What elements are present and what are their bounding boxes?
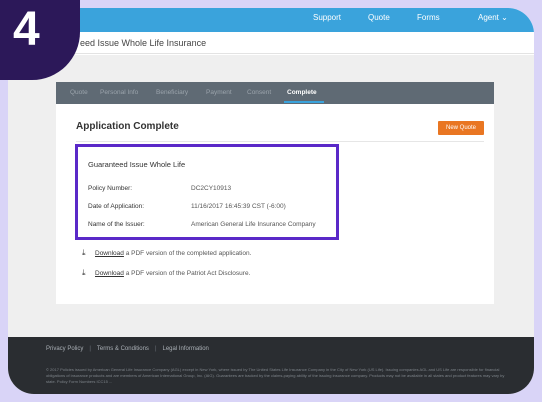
product-name: Guaranteed Issue Whole Life <box>88 160 186 169</box>
new-quote-button[interactable]: New Quote <box>438 121 484 135</box>
footer-legal-text: © 2017 Policies issued by American Gener… <box>46 367 505 384</box>
product-header: eed Issue Whole Life Insurance <box>8 32 534 54</box>
tab-quote[interactable]: Quote <box>70 89 88 96</box>
top-navigation-bar: Support Quote Forms Agent ⌄ <box>8 8 534 32</box>
application-steps-tabs: Quote Personal Info Beneficiary Payment … <box>56 82 494 104</box>
site-footer: Privacy Policy | Terms & Conditions | Legal … <box>8 337 534 394</box>
download-application-link[interactable]: Download <box>95 250 124 257</box>
application-complete-card: Application Complete New Quote Guarantee… <box>56 104 494 304</box>
card-divider <box>76 141 484 142</box>
nav-quote[interactable]: Quote <box>368 13 390 22</box>
policy-summary-highlight: Guaranteed Issue Whole Life Policy Numbe… <box>75 144 339 240</box>
tab-complete[interactable]: Complete <box>287 89 317 96</box>
nav-support[interactable]: Support <box>313 13 341 22</box>
legal-information-link[interactable]: Legal Information <box>163 346 209 352</box>
download-patriot-act-link[interactable]: Download <box>95 270 124 277</box>
footer-separator: | <box>154 346 157 352</box>
download-application-text: a PDF version of the completed applicati… <box>123 250 252 257</box>
application-date-label: Date of Application: <box>88 203 145 210</box>
privacy-policy-link[interactable]: Privacy Policy <box>46 346 83 352</box>
active-tab-indicator <box>284 101 324 103</box>
tab-personal-info[interactable]: Personal Info <box>100 89 138 96</box>
browser-frame: Support Quote Forms Agent ⌄ eed Issue Wh… <box>8 8 534 394</box>
footer-separator: | <box>89 346 91 352</box>
nav-forms[interactable]: Forms <box>417 13 440 22</box>
step-number: 4 <box>13 3 40 56</box>
terms-conditions-link[interactable]: Terms & Conditions <box>97 346 149 352</box>
download-icon[interactable]: ⤓ <box>82 248 92 258</box>
download-icon[interactable]: ⤓ <box>82 268 92 278</box>
nav-agent-menu[interactable]: Agent ⌄ <box>478 13 508 22</box>
policy-number-label: Policy Number: <box>88 185 133 192</box>
download-application-row: ⤓ Download a PDF version of the completed… <box>82 248 251 258</box>
tab-beneficiary[interactable]: Beneficiary <box>156 89 188 96</box>
application-date-value: 11/16/2017 16:45:39 CST (-6:00) <box>191 203 286 210</box>
page-title: eed Issue Whole Life Insurance <box>80 38 207 48</box>
policy-number-value: DC2CY10913 <box>191 185 232 192</box>
tab-payment[interactable]: Payment <box>206 89 232 96</box>
tab-consent[interactable]: Consent <box>247 89 271 96</box>
footer-links: Privacy Policy | Terms & Conditions | Legal … <box>46 346 209 352</box>
card-title: Application Complete <box>76 121 179 132</box>
issuer-value: American General Life Insurance Company <box>191 221 316 228</box>
issuer-label: Name of the Issuer: <box>88 221 145 228</box>
download-patriot-act-text: a PDF version of the Patriot Act Disclos… <box>123 270 251 277</box>
download-patriot-act-row: ⤓ Download a PDF version of the Patriot A… <box>82 268 250 278</box>
